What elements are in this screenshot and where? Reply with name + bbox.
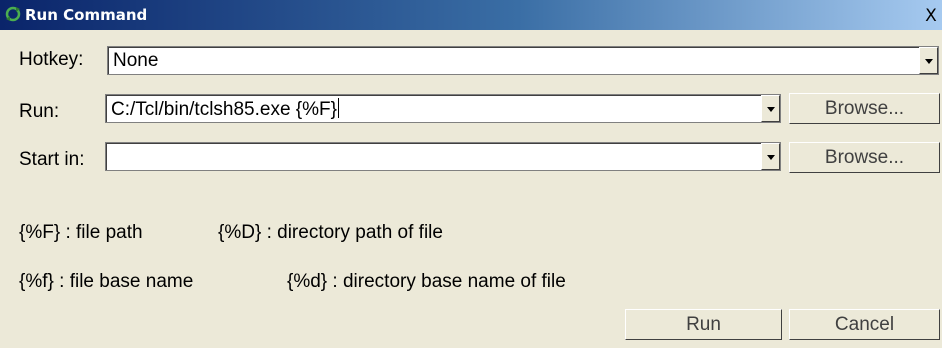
help-file-base-name: {%f} : file base name (19, 271, 194, 292)
run-command-value-wrap: C:/Tcl/bin/tclsh85.exe {%F} (111, 98, 339, 121)
run-button[interactable]: Run (625, 309, 782, 340)
refresh-arrows-icon (5, 6, 21, 22)
chevron-down-icon[interactable] (919, 47, 938, 74)
run-command-dialog: Run Command X Hotkey: None Run: C:/Tcl/b… (0, 0, 942, 348)
start-in-label: Start in: (19, 149, 85, 170)
close-icon[interactable]: X (922, 7, 940, 25)
help-directory-path: {%D} : directory path of file (218, 222, 443, 243)
hotkey-label: Hotkey: (19, 49, 84, 70)
run-command-value: C:/Tcl/bin/tclsh85.exe {%F} (111, 99, 337, 120)
window-title: Run Command (25, 6, 148, 24)
text-caret (338, 98, 339, 118)
help-file-path: {%F} : file path (19, 222, 143, 243)
run-label: Run: (19, 101, 60, 122)
cancel-button[interactable]: Cancel (789, 309, 940, 340)
run-browse-button[interactable]: Browse... (789, 93, 940, 124)
title-bar[interactable]: Run Command X (0, 0, 942, 30)
hotkey-value: None (113, 50, 159, 71)
chevron-down-icon[interactable] (761, 95, 780, 122)
hotkey-select[interactable]: None (107, 46, 939, 75)
run-command-input[interactable]: C:/Tcl/bin/tclsh85.exe {%F} (105, 94, 781, 123)
start-in-browse-button[interactable]: Browse... (789, 142, 940, 173)
start-in-input[interactable] (105, 142, 781, 171)
chevron-down-icon[interactable] (761, 143, 780, 170)
help-directory-base-name: {%d} : directory base name of file (287, 271, 566, 292)
